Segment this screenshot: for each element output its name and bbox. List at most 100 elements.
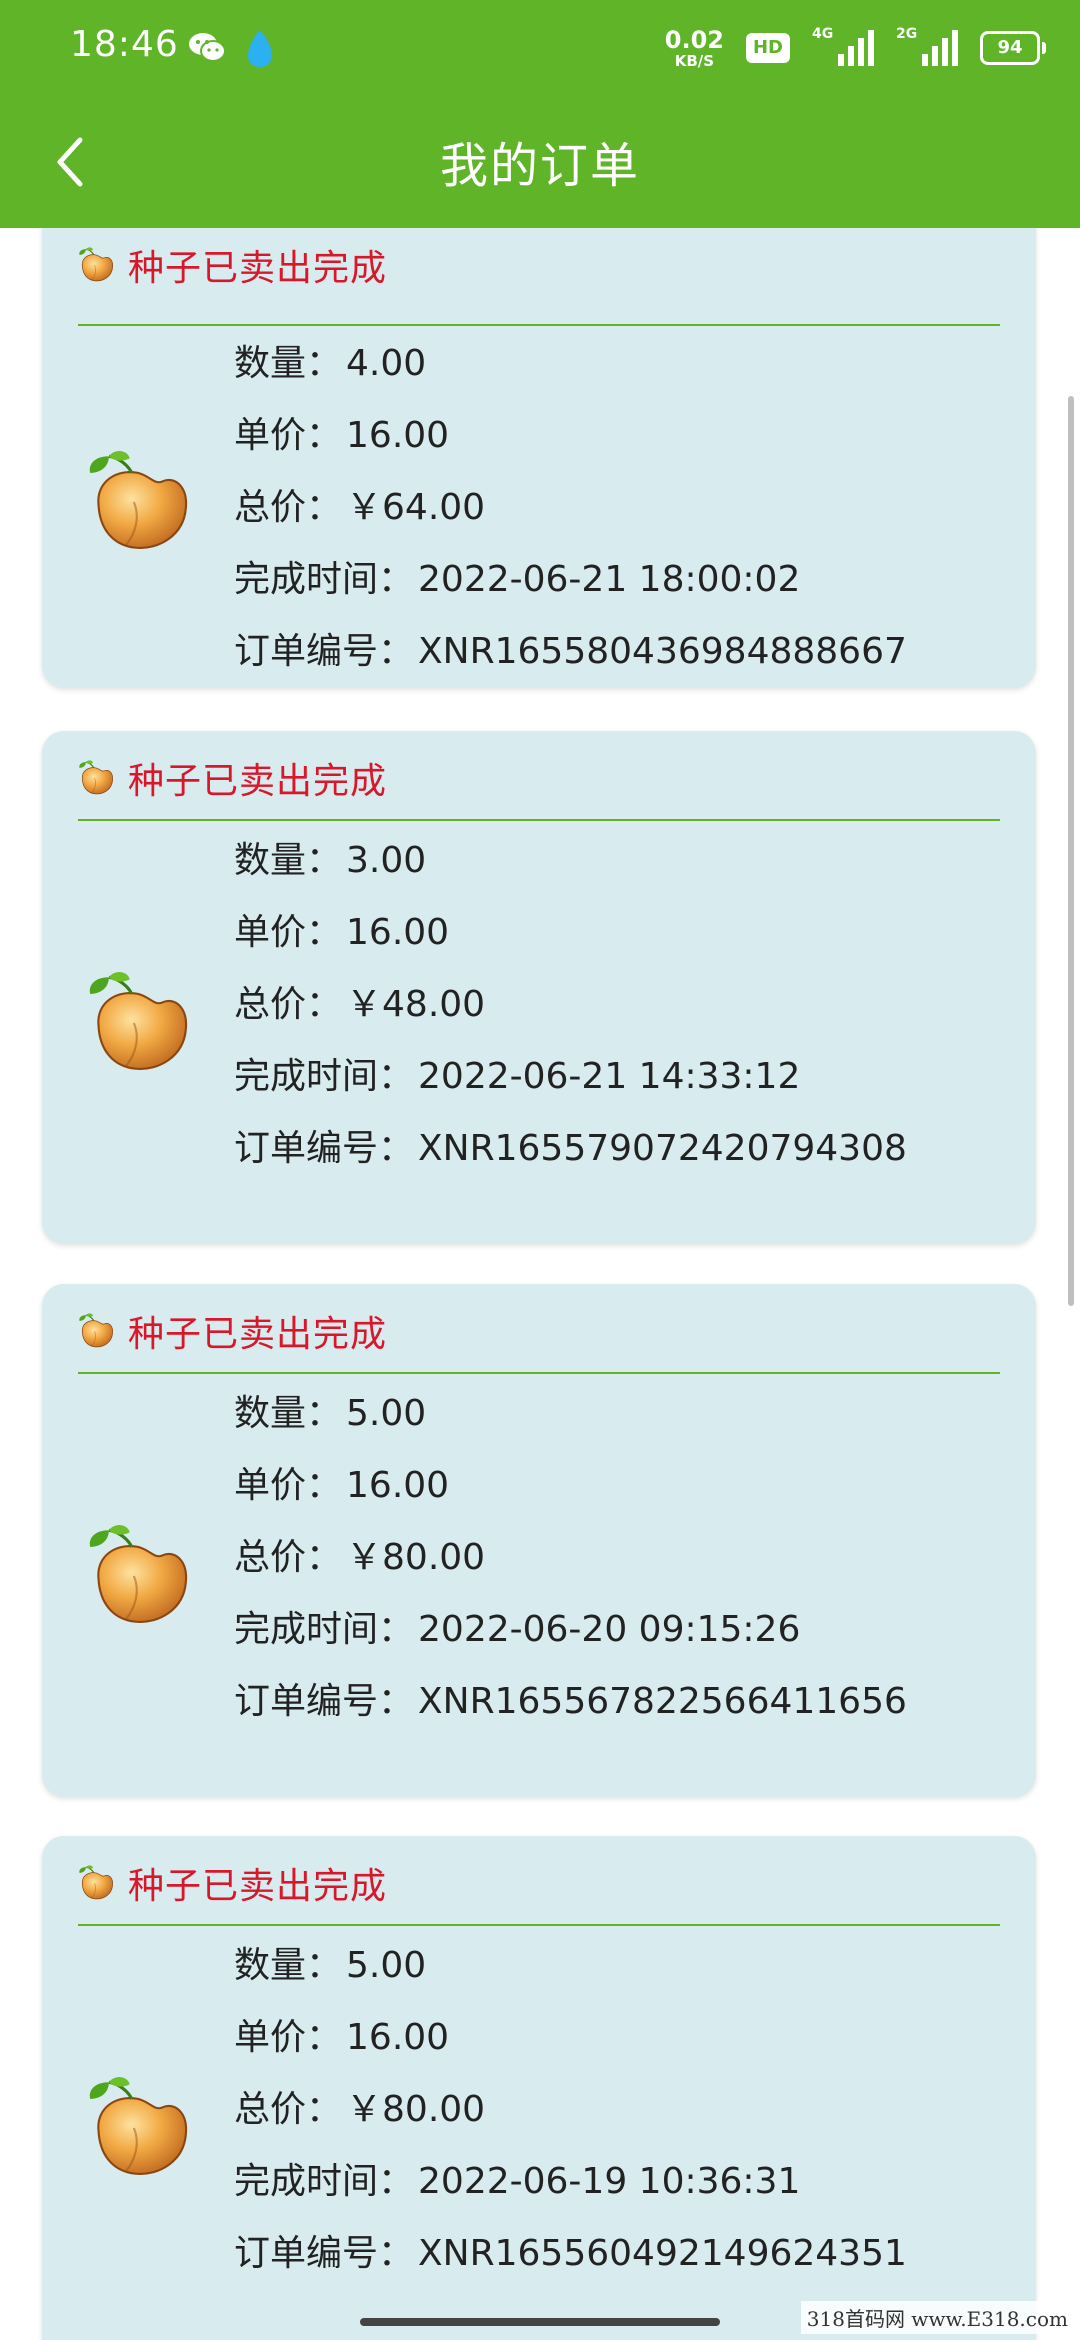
signal-2g-label: 2G (896, 26, 918, 42)
completed-at-row: 完成时间： 2022-06-19 10:36:31 (234, 2152, 800, 2212)
order-no-value: XNR165580436984888667 (418, 631, 907, 672)
total-label: 总价： (234, 487, 343, 528)
order-no-value: XNR165560492149624351 (418, 2233, 907, 2274)
quantity-value: 4.00 (346, 343, 427, 384)
bean-image (88, 450, 188, 550)
quantity-value: 5.00 (346, 1945, 427, 1986)
order-status: 种子已卖出完成 (128, 1866, 388, 1907)
network-speed-value: 0.02 (664, 25, 724, 54)
order-status: 种子已卖出完成 (128, 761, 388, 802)
total-value: ￥80.00 (346, 1537, 486, 1578)
quantity-label: 数量： (234, 840, 343, 881)
unit-price-value: 16.00 (346, 912, 450, 953)
order-card[interactable]: 种子已卖出完成 数量： 3.00 单价： 16.00 总价： ￥48.00 完成时间：… (42, 731, 1036, 1244)
completed-at-row: 完成时间： 2022-06-21 14:33:12 (234, 1047, 800, 1107)
home-indicator[interactable] (360, 2318, 720, 2326)
order-no-label: 订单编号： (234, 1681, 415, 1722)
total-label: 总价： (234, 984, 343, 1025)
wechat-icon (189, 33, 226, 62)
unit-price-value: 16.00 (346, 2017, 450, 2058)
network-speed-unit: KB/S (674, 51, 715, 70)
completed-at-value: 2022-06-19 10:36:31 (418, 2161, 801, 2202)
unit-price-row: 单价： 16.00 (234, 903, 449, 963)
quantity-value: 3.00 (346, 840, 427, 881)
quantity-value: 5.00 (346, 1393, 427, 1434)
quantity-row: 数量： 5.00 (234, 1384, 426, 1444)
status-indicators: 0.02 KB/S HD 4G 2G 94 (664, 25, 1046, 70)
completed-at-label: 完成时间： (234, 559, 415, 600)
watermark: 318首码网 www.E318.com (800, 2301, 1074, 2334)
order-card[interactable]: 种子已卖出完成 数量： 5.00 单价： 16.00 总价： ￥80.00 完成时间：… (42, 1836, 1036, 2340)
order-no-label: 订单编号： (234, 631, 415, 672)
bean-icon (78, 760, 114, 795)
order-no-value: XNR165567822566411656 (418, 1681, 907, 1722)
signal-4g-bars (838, 30, 874, 66)
completed-at-value: 2022-06-20 09:15:26 (418, 1609, 801, 1650)
bean-icon (78, 1865, 114, 1900)
bean-icon (78, 247, 114, 282)
total-label: 总价： (234, 1537, 343, 1578)
nav-bar: 我的订单 (0, 96, 1080, 228)
order-list[interactable]: 种子已卖出完成 数量： 4.00 单价： 16.00 总价： ￥64.00 完成时间：… (0, 228, 1080, 2340)
signal-4g-label: 4G (812, 26, 834, 42)
total-value: ￥64.00 (346, 487, 486, 528)
order-no-row: 订单编号： XNR165567822566411656 (234, 1672, 907, 1732)
quantity-row: 数量： 3.00 (234, 831, 426, 891)
scrollbar[interactable] (1068, 396, 1074, 1306)
battery-icon: 94 (980, 31, 1046, 65)
divider (78, 1372, 1000, 1374)
status-bar: 18:46 0.02 KB/S HD 4G 2G 94 (0, 0, 1080, 96)
bean-image (88, 2076, 188, 2176)
quantity-row: 数量： 5.00 (234, 1936, 426, 1996)
hd-badge: HD (745, 33, 790, 63)
total-row: 总价： ￥48.00 (234, 975, 485, 1035)
unit-price-label: 单价： (234, 1465, 343, 1506)
signal-4g-icon: 4G (812, 26, 874, 68)
quantity-label: 数量： (234, 1393, 343, 1434)
unit-price-label: 单价： (234, 912, 343, 953)
order-card-header: 种子已卖出完成 (78, 1856, 387, 1910)
divider (78, 819, 1000, 821)
unit-price-row: 单价： 16.00 (234, 406, 449, 466)
completed-at-value: 2022-06-21 14:33:12 (418, 1056, 801, 1097)
divider (78, 324, 1000, 326)
status-time: 18:46 (70, 24, 179, 65)
unit-price-row: 单价： 16.00 (234, 2008, 449, 2068)
completed-at-row: 完成时间： 2022-06-20 09:15:26 (234, 1600, 800, 1660)
quantity-label: 数量： (234, 343, 343, 384)
bean-image (88, 1524, 188, 1624)
signal-2g-bars (922, 30, 958, 66)
total-label: 总价： (234, 2089, 343, 2130)
unit-price-label: 单价： (234, 2017, 343, 2058)
bean-image (88, 971, 188, 1071)
order-card-header: 种子已卖出完成 (78, 751, 387, 805)
order-no-label: 订单编号： (234, 1128, 415, 1169)
signal-2g-icon: 2G (896, 26, 958, 68)
unit-price-value: 16.00 (346, 1465, 450, 1506)
order-no-value: XNR165579072420794308 (418, 1128, 907, 1169)
completed-at-row: 完成时间： 2022-06-21 18:00:02 (234, 550, 800, 610)
page-title: 我的订单 (439, 138, 640, 194)
app-header: 18:46 0.02 KB/S HD 4G 2G 94 我的订单 (0, 0, 1080, 228)
total-row: 总价： ￥80.00 (234, 2080, 485, 2140)
unit-price-row: 单价： 16.00 (234, 1456, 449, 1516)
divider (78, 1924, 1000, 1926)
order-card[interactable]: 种子已卖出完成 数量： 5.00 单价： 16.00 总价： ￥80.00 完成时间：… (42, 1284, 1036, 1797)
order-no-label: 订单编号： (234, 2233, 415, 2274)
order-no-row: 订单编号： XNR165560492149624351 (234, 2224, 907, 2284)
completed-at-label: 完成时间： (234, 2161, 415, 2202)
qq-icon (248, 30, 272, 67)
completed-at-label: 完成时间： (234, 1609, 415, 1650)
order-card[interactable]: 种子已卖出完成 数量： 4.00 单价： 16.00 总价： ￥64.00 完成时间：… (42, 228, 1036, 688)
quantity-label: 数量： (234, 1945, 343, 1986)
order-status: 种子已卖出完成 (128, 248, 388, 289)
order-status: 种子已卖出完成 (128, 1314, 388, 1355)
bean-icon (78, 1313, 114, 1348)
unit-price-value: 16.00 (346, 415, 450, 456)
total-row: 总价： ￥64.00 (234, 478, 485, 538)
unit-price-label: 单价： (234, 415, 343, 456)
total-value: ￥48.00 (346, 984, 486, 1025)
order-no-row: 订单编号： XNR165580436984888667 (234, 622, 907, 682)
completed-at-label: 完成时间： (234, 1056, 415, 1097)
order-card-header: 种子已卖出完成 (78, 1304, 387, 1358)
